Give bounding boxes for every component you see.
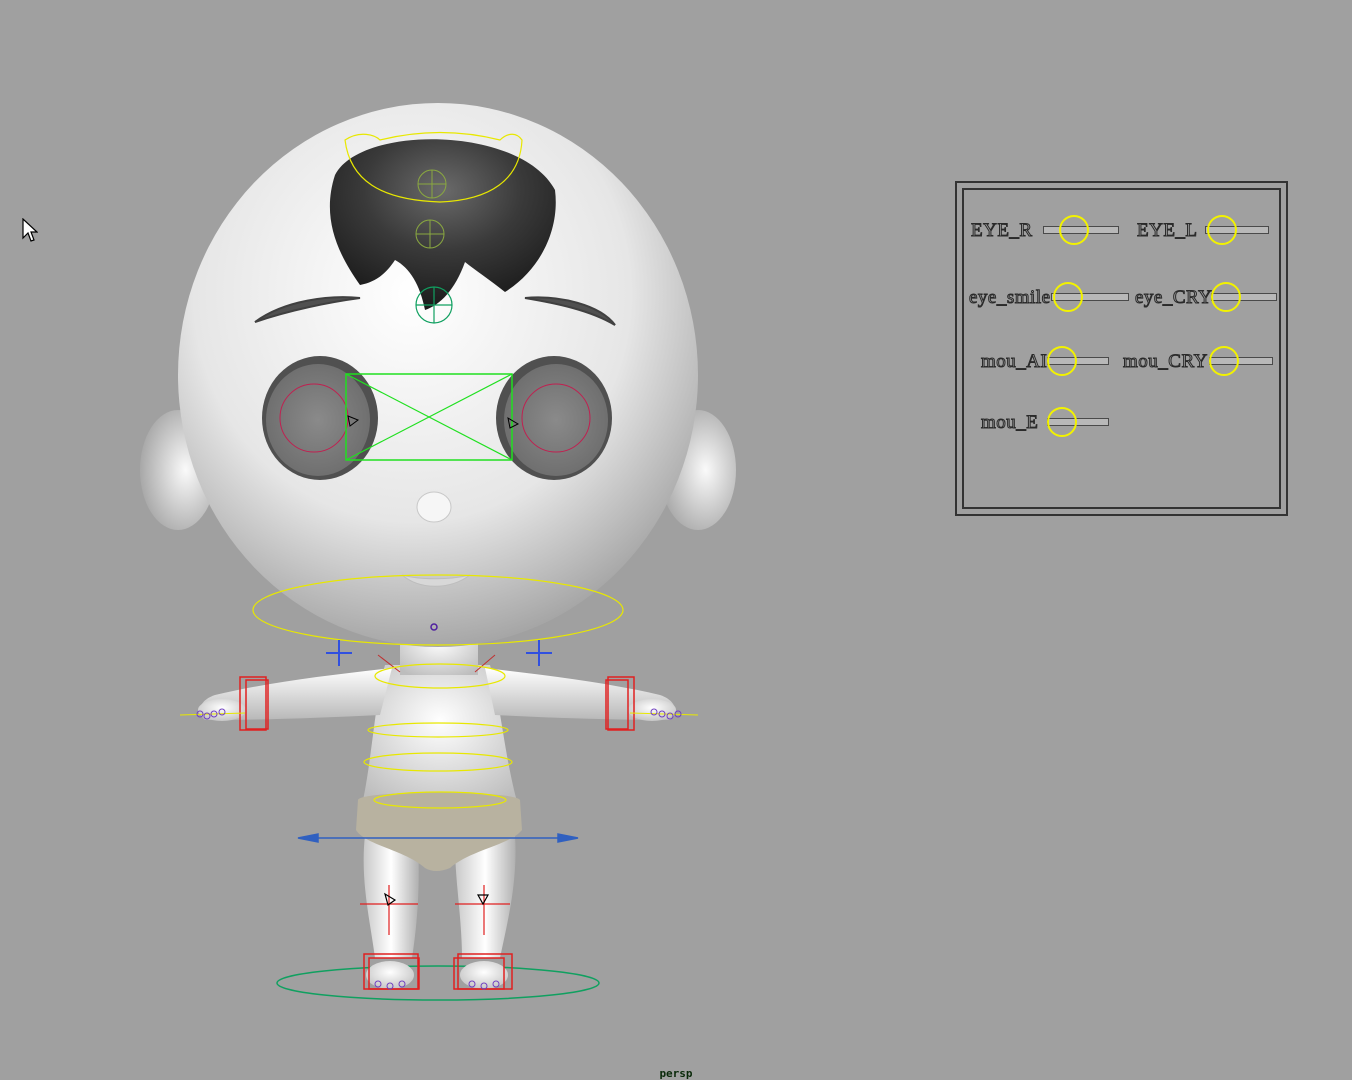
root-control	[276, 965, 600, 1001]
camera-name-label: persp	[659, 1067, 693, 1080]
left-hand	[198, 699, 246, 721]
slider-eye-l[interactable]: EYE_L	[1137, 211, 1277, 251]
viewport-persp[interactable]: EYE_R EYE_L eye_smile eye_CRY mou_AI mou…	[0, 0, 1352, 1080]
right-foot	[460, 961, 508, 989]
character-rig[interactable]	[0, 0, 1352, 1080]
nose	[416, 491, 452, 523]
left-foot	[366, 961, 414, 989]
slider-mou-e[interactable]: mou_E	[980, 403, 1121, 443]
slider-knob[interactable]	[1047, 407, 1077, 437]
slider-mou-ai[interactable]: mou_AI	[980, 342, 1121, 382]
slider-label: eye_smile	[969, 287, 1051, 309]
head-joint-control	[415, 286, 453, 324]
slider-label: EYE_R	[971, 220, 1033, 242]
slider-knob[interactable]	[1047, 346, 1077, 376]
right-eye-inner	[504, 364, 608, 476]
slider-label: EYE_L	[1137, 220, 1198, 242]
arrow-cursor-icon	[22, 218, 38, 242]
slider-eye-smile[interactable]: eye_smile	[969, 278, 1129, 318]
right-shoulder-pole	[526, 640, 552, 666]
slider-knob[interactable]	[1209, 346, 1239, 376]
left-shoulder-pole	[326, 640, 352, 666]
slider-label: mou_CRY	[1123, 351, 1208, 373]
slider-label: eye_CRY	[1134, 287, 1213, 309]
slider-eye-cry[interactable]: eye_CRY	[1134, 278, 1285, 318]
slider-knob[interactable]	[1207, 215, 1237, 245]
slider-knob[interactable]	[1059, 215, 1089, 245]
slider-label: mou_E	[980, 412, 1039, 434]
face-control-panel: EYE_R EYE_L eye_smile eye_CRY mou_AI mou…	[955, 181, 1288, 516]
slider-knob[interactable]	[1053, 282, 1083, 312]
slider-knob[interactable]	[1211, 282, 1241, 312]
slider-label: mou_AI	[980, 351, 1048, 373]
slider-eye-r[interactable]: EYE_R	[971, 211, 1119, 251]
slider-mou-cry[interactable]: mou_CRY	[1123, 342, 1283, 382]
left-eye-inner	[266, 364, 370, 476]
